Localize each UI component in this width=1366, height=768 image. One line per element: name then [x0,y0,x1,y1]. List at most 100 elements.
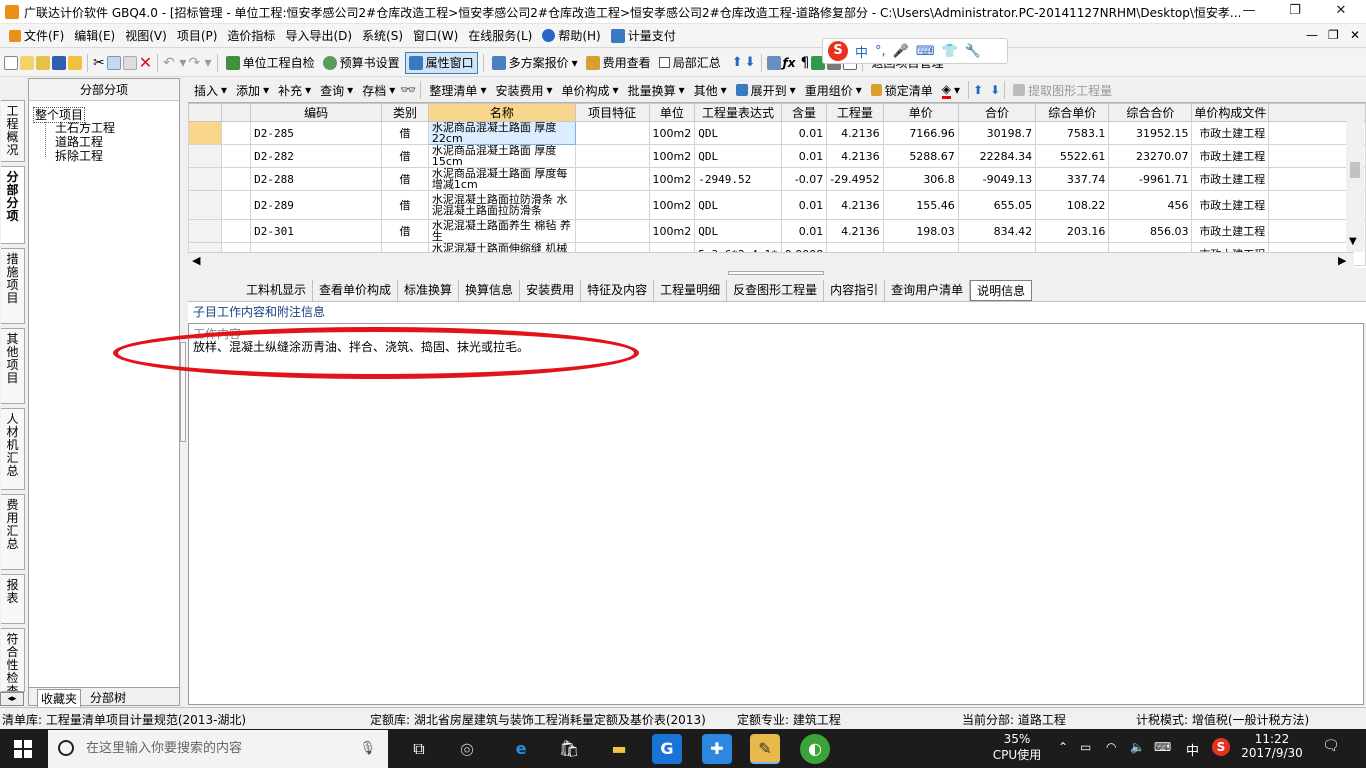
tab-division-tree[interactable]: 分部树 [87,689,129,706]
menu-system[interactable]: 系统(S) [357,27,408,44]
table-cell[interactable]: 借 [381,144,429,168]
col-header-unit-price[interactable]: 单价 [882,103,959,122]
table-cell[interactable]: D2-282 [250,144,382,168]
col-header-feature[interactable]: 项目特征 [574,103,650,122]
arrow-down-icon[interactable]: ⬇ [745,55,756,70]
table-cell[interactable]: 5522.61 [1035,144,1110,168]
scroll-thumb[interactable] [1350,162,1360,178]
table-cell[interactable]: D2-288 [250,167,382,191]
green-app-icon[interactable]: ◐ [800,734,830,764]
table-cell[interactable]: 337.74 [1035,167,1110,191]
vertical-splitter[interactable] [188,268,1366,278]
grid-vertical-scrollbar[interactable]: ▼ [1346,120,1364,252]
table-cell[interactable]: 198.03 [882,219,959,243]
properties-window-button[interactable]: 属性窗口 [404,51,478,74]
extract-graphic-quantity-button[interactable]: 提取图形工程量 [1009,80,1116,100]
table-cell[interactable]: 借 [381,121,429,145]
mdi-minimize-button[interactable]: — [1306,28,1318,42]
delete-icon[interactable]: ✕ [139,53,152,72]
tab-reports[interactable]: 报表 [1,574,25,624]
menu-window[interactable]: 窗口(W) [408,27,463,44]
store-icon[interactable]: 🛍 [554,734,584,764]
table-cell[interactable]: 100m2 [648,121,696,145]
table-cell[interactable]: D2-289 [250,190,382,220]
col-header-name[interactable]: 名称 [427,103,576,122]
paste-icon[interactable] [122,55,137,70]
tab-standard-conversion[interactable]: 标准换算 [398,279,460,301]
gbq-active-app-icon[interactable]: ✎ [750,734,780,764]
tab-conversion-info[interactable]: 换算信息 [459,279,521,301]
menu-view[interactable]: 视图(V) [120,27,172,44]
table-cell[interactable]: 100m2 [648,144,696,168]
keyboard-icon[interactable]: ⌨ [1154,740,1171,754]
tab-measures[interactable]: 措施项目 [1,248,25,324]
calculator-icon[interactable] [766,55,781,70]
col-header-unit[interactable]: 单位 [648,103,696,122]
wifi-icon[interactable]: ◠ [1106,740,1116,754]
table-cell[interactable]: 水泥商品混凝土路面 厚度15cm [427,144,576,168]
tab-favorites[interactable]: 收藏夹 [37,689,82,708]
tab-fee-summary[interactable]: 费用汇总 [1,494,25,570]
tab-feature-content[interactable]: 特征及内容 [581,279,655,301]
table-row[interactable]: D2-285 借水泥商品混凝土路面 厚度22cm 100m2 QDL 0.01 4.213… [188,121,1366,145]
tab-other-items[interactable]: 其他项目 [1,328,25,404]
clock[interactable]: 11:22 2017/9/30 [1240,732,1304,760]
grid-horizontal-scrollbar[interactable]: ◀ ▶ [188,252,1354,268]
table-cell[interactable]: -9049.13 [957,167,1037,191]
table-cell[interactable]: -29.4952 [826,167,884,191]
tab-description-info[interactable]: 说明信息 [970,279,1033,301]
menu-online-service[interactable]: 在线服务(L) [463,27,537,44]
redo-icon[interactable]: ↷ ▾ [188,55,211,71]
table-cell[interactable]: QDL [694,190,782,220]
view-fees-button[interactable]: 费用查看 [583,52,654,74]
table-cell[interactable]: 市政土建工程 [1191,219,1270,243]
menu-edit[interactable]: 编辑(E) [69,27,120,44]
folder-icon[interactable] [68,55,82,70]
formula-icon[interactable]: ƒx [783,56,799,70]
volume-icon[interactable]: 🔈 [1130,740,1145,754]
unit-price-composition-button[interactable]: 单价构成 ▾ [558,80,623,100]
cut-icon[interactable]: ✂ [93,55,105,71]
multi-plan-quote-button[interactable]: 多方案报价 ▾ [489,52,581,74]
file-explorer-icon[interactable]: ▬ [604,734,634,764]
side-tabs-scroll[interactable]: ◂▸ [0,692,24,706]
table-cell[interactable]: 7583.1 [1035,121,1110,145]
table-row[interactable]: D2-301 借水泥混凝土路面养生 棉毡 养生 100m2 QDL 0.01 4.2136… [188,219,1366,243]
query-button[interactable]: 查询 ▾ [316,80,357,100]
table-cell[interactable]: 市政土建工程 [1191,190,1270,220]
paragraph-icon[interactable]: ¶ [801,55,810,71]
sogou-tray-icon[interactable]: S [1212,738,1230,756]
table-cell[interactable]: 4.2136 [826,121,884,145]
table-cell[interactable]: 30198.7 [957,121,1037,145]
table-cell[interactable]: 借 [381,167,429,191]
unit-check-button[interactable]: 单位工程自检 [223,52,318,74]
tab-content-guide[interactable]: 内容指引 [824,279,886,301]
supplement-button[interactable]: 补充 ▾ [274,80,315,100]
ime-skin-icon[interactable]: 👕 [942,44,958,59]
expand-to-button[interactable]: 展开到 ▾ [732,80,800,100]
menu-cost-index[interactable]: 造价指标 [222,27,280,44]
table-cell[interactable]: 100m2 [648,190,696,220]
ime-mic-icon[interactable]: 🎤 [893,44,909,59]
table-cell[interactable]: 155.46 [882,190,959,220]
browser-360-icon[interactable]: ◎ [452,734,482,764]
table-cell[interactable]: 水泥混凝土路面养生 棉毡 养生 [427,219,576,243]
fill-color-button[interactable]: ◈ ▾ [938,80,964,100]
tab-unit-price-composition[interactable]: 查看单价构成 [313,279,399,301]
ime-language-indicator[interactable]: 中 [1186,740,1199,759]
microphone-icon[interactable]: 🎙 [359,730,376,768]
open-folder-icon[interactable] [36,55,50,70]
table-cell[interactable]: 5288.67 [882,144,959,168]
tree-item-earthwork[interactable]: 土石方工程 [55,121,115,135]
table-cell[interactable] [574,190,650,220]
table-cell[interactable]: 0.01 [780,144,828,168]
scroll-down-icon[interactable]: ▼ [1349,236,1357,247]
add-button[interactable]: 添加 ▾ [232,80,273,100]
table-cell[interactable]: 市政土建工程 [1191,121,1270,145]
tab-reverse-graphic-quantity[interactable]: 反查图形工程量 [727,279,825,301]
scroll-left-icon[interactable]: ◀ [192,254,200,267]
row-header[interactable] [188,121,223,145]
mdi-restore-button[interactable]: ❐ [1328,28,1339,42]
table-cell[interactable]: QDL [694,219,782,243]
col-header-quantity-expression[interactable]: 工程量表达式 [694,103,782,122]
